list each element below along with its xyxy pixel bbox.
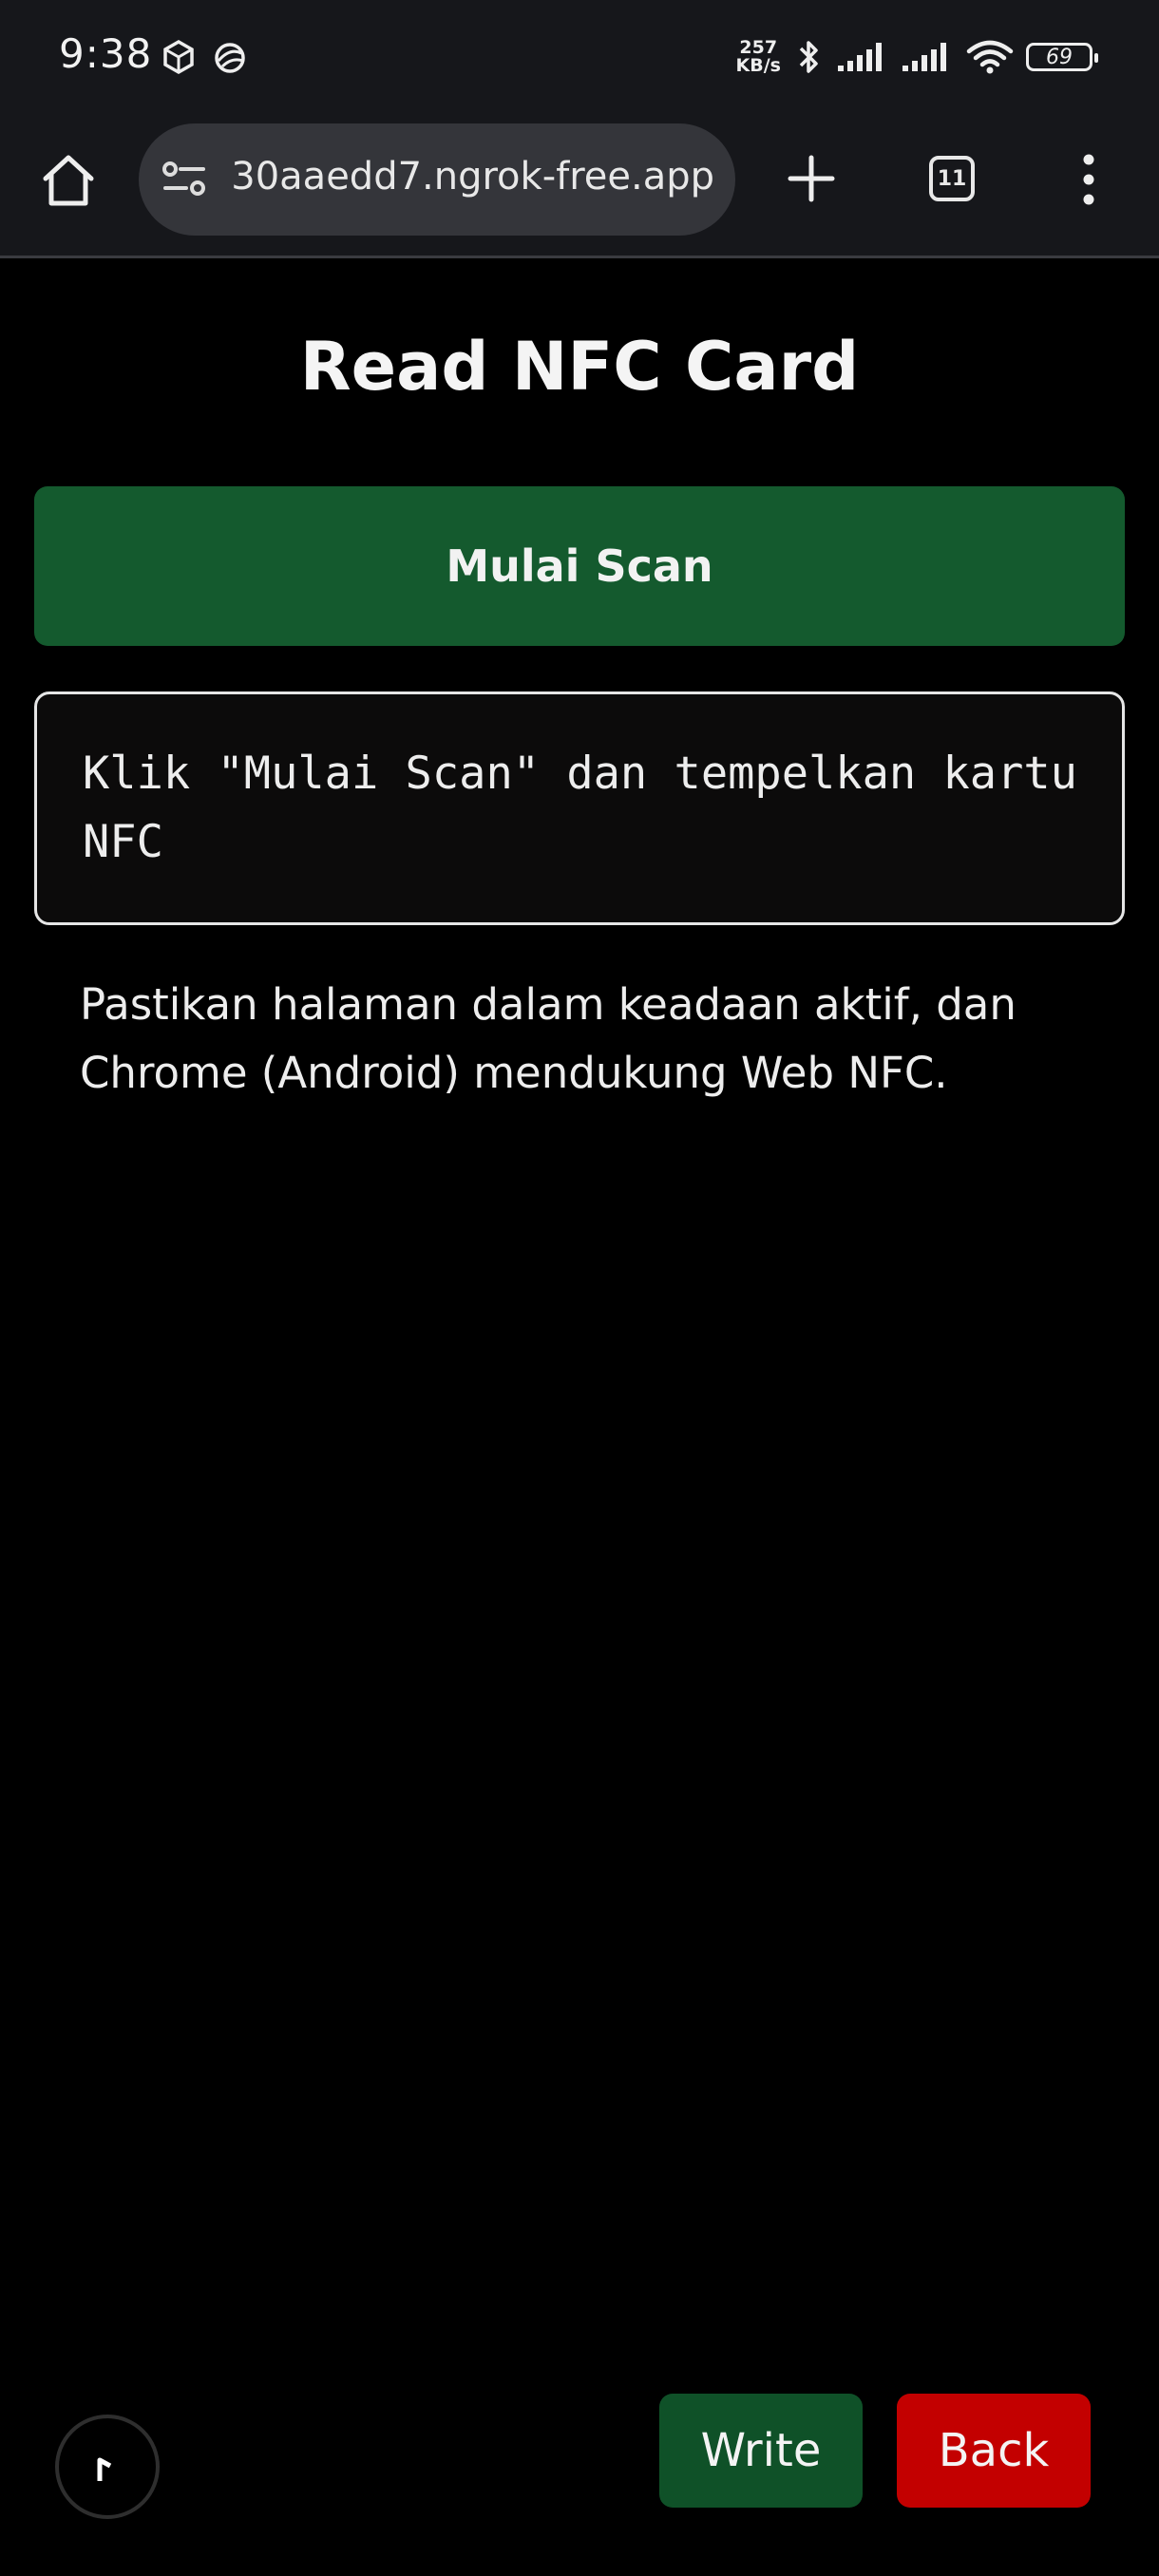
new-tab-plus-icon[interactable]: [785, 152, 838, 205]
tab-switcher-icon[interactable]: 11: [929, 156, 975, 201]
network-speed-unit: KB/s: [735, 55, 781, 76]
cursor-arrow-icon: [97, 2457, 112, 2481]
start-scan-button[interactable]: Mulai Scan: [34, 486, 1125, 646]
signal-icon: [838, 43, 882, 71]
wifi-icon: [966, 40, 1014, 74]
url-value: e30aaedd7.ngrok-free.app: [230, 155, 714, 199]
status-indicators: 257 KB/s 69: [736, 28, 1098, 85]
back-button[interactable]: Back: [897, 2394, 1091, 2508]
address-bar[interactable]: e30aaedd7.ngrok-free.app: [139, 123, 735, 236]
browser-toolbar: e30aaedd7.ngrok-free.app 11: [0, 114, 1159, 258]
battery-level: 69: [1046, 45, 1073, 69]
bluetooth-icon: [799, 41, 818, 73]
site-settings-icon[interactable]: [162, 160, 209, 199]
write-button[interactable]: Write: [659, 2394, 863, 2508]
overflow-menu-icon[interactable]: [1079, 152, 1098, 207]
scan-status-message: Klik "Mulai Scan" dan tempelkan kartu NF…: [83, 748, 1077, 868]
floating-action-button[interactable]: [55, 2415, 160, 2519]
page-title: Read NFC Card: [299, 328, 860, 406]
tab-count: 11: [937, 166, 967, 191]
signal-icon: [902, 43, 946, 71]
status-bar: 9:38 257 KB/s 69: [0, 0, 1159, 114]
url-text: e30aaedd7.ngrok-free.app: [230, 155, 714, 204]
network-speed: 257 KB/s: [736, 39, 781, 75]
home-icon[interactable]: [40, 152, 97, 209]
cube-app-icon: [163, 39, 194, 75]
battery-icon: 69: [1026, 43, 1098, 71]
help-text: Pastikan halaman dalam keadaan aktif, da…: [80, 979, 1016, 1098]
vpn-globe-icon: [215, 43, 245, 73]
scan-status-box: Klik "Mulai Scan" dan tempelkan kartu NF…: [34, 691, 1125, 925]
status-time: 9:38: [59, 30, 153, 77]
